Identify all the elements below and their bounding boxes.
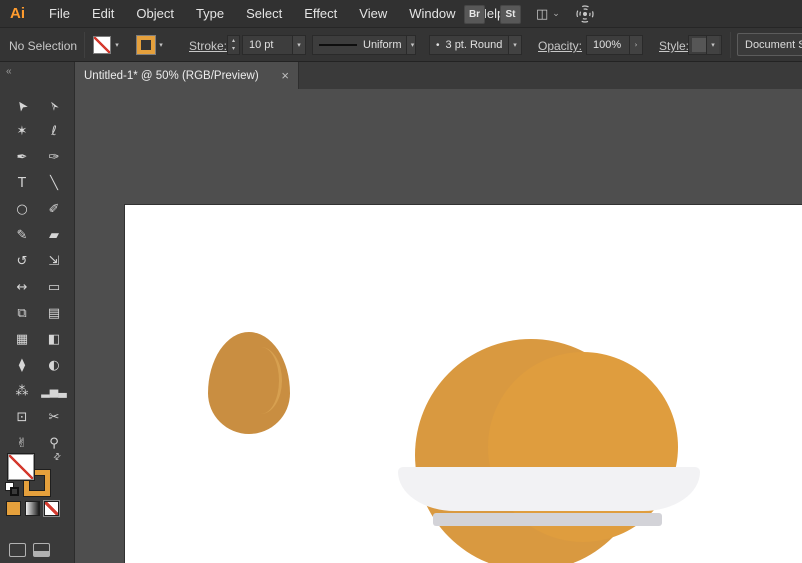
chevron-down-icon[interactable]: ▾ [406, 36, 416, 54]
gradient-button[interactable] [25, 501, 40, 516]
plate-base-shape[interactable] [433, 513, 662, 526]
artboard-tool[interactable]: ⊡ [6, 404, 38, 430]
type-tool[interactable]: T [6, 170, 38, 196]
default-stroke-mini-icon[interactable] [10, 487, 19, 496]
document-tab-title[interactable]: Untitled-1* @ 50% (RGB/Preview) [84, 70, 271, 82]
menu-right-icons: Br St ◫ ⌄ [464, 0, 595, 28]
tool-grid: ➤ ➢ ✶ ℓ ✒ ✑ T ╲ ○ ✐ ✎ ▰ ↺ ⇲ ↔ ▭ ⧉ ▤ ▦ ◧ … [6, 92, 70, 456]
eraser-tool[interactable]: ▰ [38, 222, 70, 248]
paintbrush-tool[interactable]: ✐ [38, 196, 70, 222]
color-button[interactable] [6, 501, 21, 516]
selection-tool[interactable]: ➤ [6, 92, 38, 118]
divider [730, 32, 731, 58]
workspace-icon: ◫ [536, 7, 548, 22]
style-dropdown[interactable]: ▾ [688, 35, 722, 55]
chevron-down-icon: ⌄ [552, 9, 560, 19]
perspective-grid-tool[interactable]: ▤ [38, 300, 70, 326]
app-logo: Ai [10, 5, 25, 22]
opacity-label[interactable]: Opacity: [538, 39, 582, 53]
stroke-weight-field[interactable]: 10 pt ▾ [242, 35, 306, 55]
chevron-down-icon[interactable]: ▾ [706, 36, 719, 54]
menu-bar: Ai File Edit Object Type Select Effect V… [0, 0, 802, 28]
tools-panel: « ➤ ➢ ✶ ℓ ✒ ✑ T ╲ ○ ✐ ✎ ▰ ↺ ⇲ ↔ ▭ ⧉ ▤ ▦ … [0, 62, 75, 563]
scale-tool[interactable]: ⇲ [38, 248, 70, 274]
menu-effect[interactable]: Effect [293, 0, 348, 28]
style-label[interactable]: Style: [659, 39, 689, 53]
pen-tool[interactable]: ✒ [6, 144, 38, 170]
menu-items: File Edit Object Type Select Effect View… [38, 0, 515, 27]
brush-dropdown[interactable]: • 3 pt. Round ▾ [429, 35, 522, 55]
stepper-down-icon[interactable]: ▾ [232, 45, 235, 53]
blend-tool[interactable]: ◐ [38, 352, 70, 378]
stock-button[interactable]: St [500, 5, 521, 24]
width-profile-dropdown[interactable]: Uniform ▾ [312, 35, 416, 55]
screen-mode-icon[interactable] [33, 543, 50, 557]
document-tab-bar: Untitled-1* @ 50% (RGB/Preview) × [75, 62, 802, 89]
ellipse-tool[interactable]: ○ [6, 196, 38, 222]
egg-highlight [239, 347, 282, 414]
chevron-down-icon[interactable]: ▾ [155, 36, 167, 54]
opacity-value[interactable]: 100% [587, 39, 629, 51]
workspace-switcher[interactable]: ◫ ⌄ [536, 7, 560, 22]
style-swatch-empty [692, 38, 706, 52]
shape-builder-tool[interactable]: ⧉ [6, 300, 38, 326]
direct-selection-tool-icon: ➢ [45, 96, 64, 114]
magic-wand-tool[interactable]: ✶ [6, 118, 38, 144]
close-icon[interactable]: × [281, 69, 289, 82]
pencil-tool[interactable]: ✎ [6, 222, 38, 248]
chevron-down-icon[interactable]: ▾ [508, 36, 521, 54]
lasso-tool[interactable]: ℓ [38, 118, 70, 144]
stepper-up-icon[interactable]: ▴ [232, 37, 235, 45]
illustrator-window: Ai File Edit Object Type Select Effect V… [0, 0, 802, 563]
curvature-tool[interactable]: ✑ [38, 144, 70, 170]
gradient-tool[interactable]: ◧ [38, 326, 70, 352]
none-button[interactable] [44, 501, 59, 516]
selection-tool-icon: ➤ [13, 96, 32, 114]
menu-window[interactable]: Window [398, 0, 466, 28]
fill-color-control[interactable]: ▾ [93, 36, 123, 54]
document-setup-button[interactable]: Document S [737, 33, 802, 56]
free-transform-tool[interactable]: ▭ [38, 274, 70, 300]
width-profile-value: Uniform [357, 39, 406, 51]
canvas-pasteboard [75, 89, 802, 563]
brush-value: 3 pt. Round [440, 39, 508, 51]
stroke-label[interactable]: Stroke: [189, 39, 227, 53]
slice-tool[interactable]: ✂ [38, 404, 70, 430]
stroke-weight-value[interactable]: 10 pt [243, 39, 292, 51]
menu-object[interactable]: Object [125, 0, 185, 28]
fill-color-proxy[interactable] [8, 454, 34, 480]
mesh-tool[interactable]: ▦ [6, 326, 38, 352]
stroke-weight-stepper[interactable]: ▴ ▾ [227, 35, 240, 55]
divider [84, 32, 85, 58]
bridge-button[interactable]: Br [464, 5, 485, 24]
collapse-panel-icon[interactable]: « [6, 66, 12, 77]
plate-shape[interactable] [398, 467, 700, 511]
rotate-tool[interactable]: ↺ [6, 248, 38, 274]
opacity-field[interactable]: 100% › [586, 35, 643, 55]
direct-selection-tool[interactable]: ➢ [38, 92, 70, 118]
line-segment-tool[interactable]: ╲ [38, 170, 70, 196]
menu-view[interactable]: View [348, 0, 398, 28]
chevron-down-icon[interactable]: ▾ [111, 36, 123, 54]
share-screen-icon[interactable] [575, 5, 595, 23]
eyedropper-tool[interactable]: ⧫ [6, 352, 38, 378]
fill-swatch-none[interactable] [93, 36, 111, 54]
menu-edit[interactable]: Edit [81, 0, 125, 28]
width-profile-preview [319, 44, 357, 46]
menu-file[interactable]: File [38, 0, 81, 28]
document-tab[interactable]: Untitled-1* @ 50% (RGB/Preview) × [75, 62, 299, 89]
selection-status: No Selection [9, 39, 77, 53]
chevron-down-icon[interactable]: ▾ [292, 36, 305, 54]
width-tool[interactable]: ↔ [6, 274, 38, 300]
panel-arrow-icon[interactable]: › [629, 36, 642, 54]
menu-select[interactable]: Select [235, 0, 293, 28]
control-bar: No Selection ▾ ▾ Stroke: ▴ ▾ 10 pt ▾ Uni… [0, 28, 802, 62]
symbol-sprayer-tool[interactable]: ⁂ [6, 378, 38, 404]
stroke-color-control[interactable]: ▾ [137, 36, 167, 54]
stroke-swatch-orange[interactable] [137, 36, 155, 54]
drawing-mode-icon[interactable] [9, 543, 26, 557]
column-graph-tool[interactable]: ▂▅▃ [38, 378, 70, 404]
menu-type[interactable]: Type [185, 0, 235, 28]
hand-tool[interactable]: ✌ [6, 430, 38, 456]
